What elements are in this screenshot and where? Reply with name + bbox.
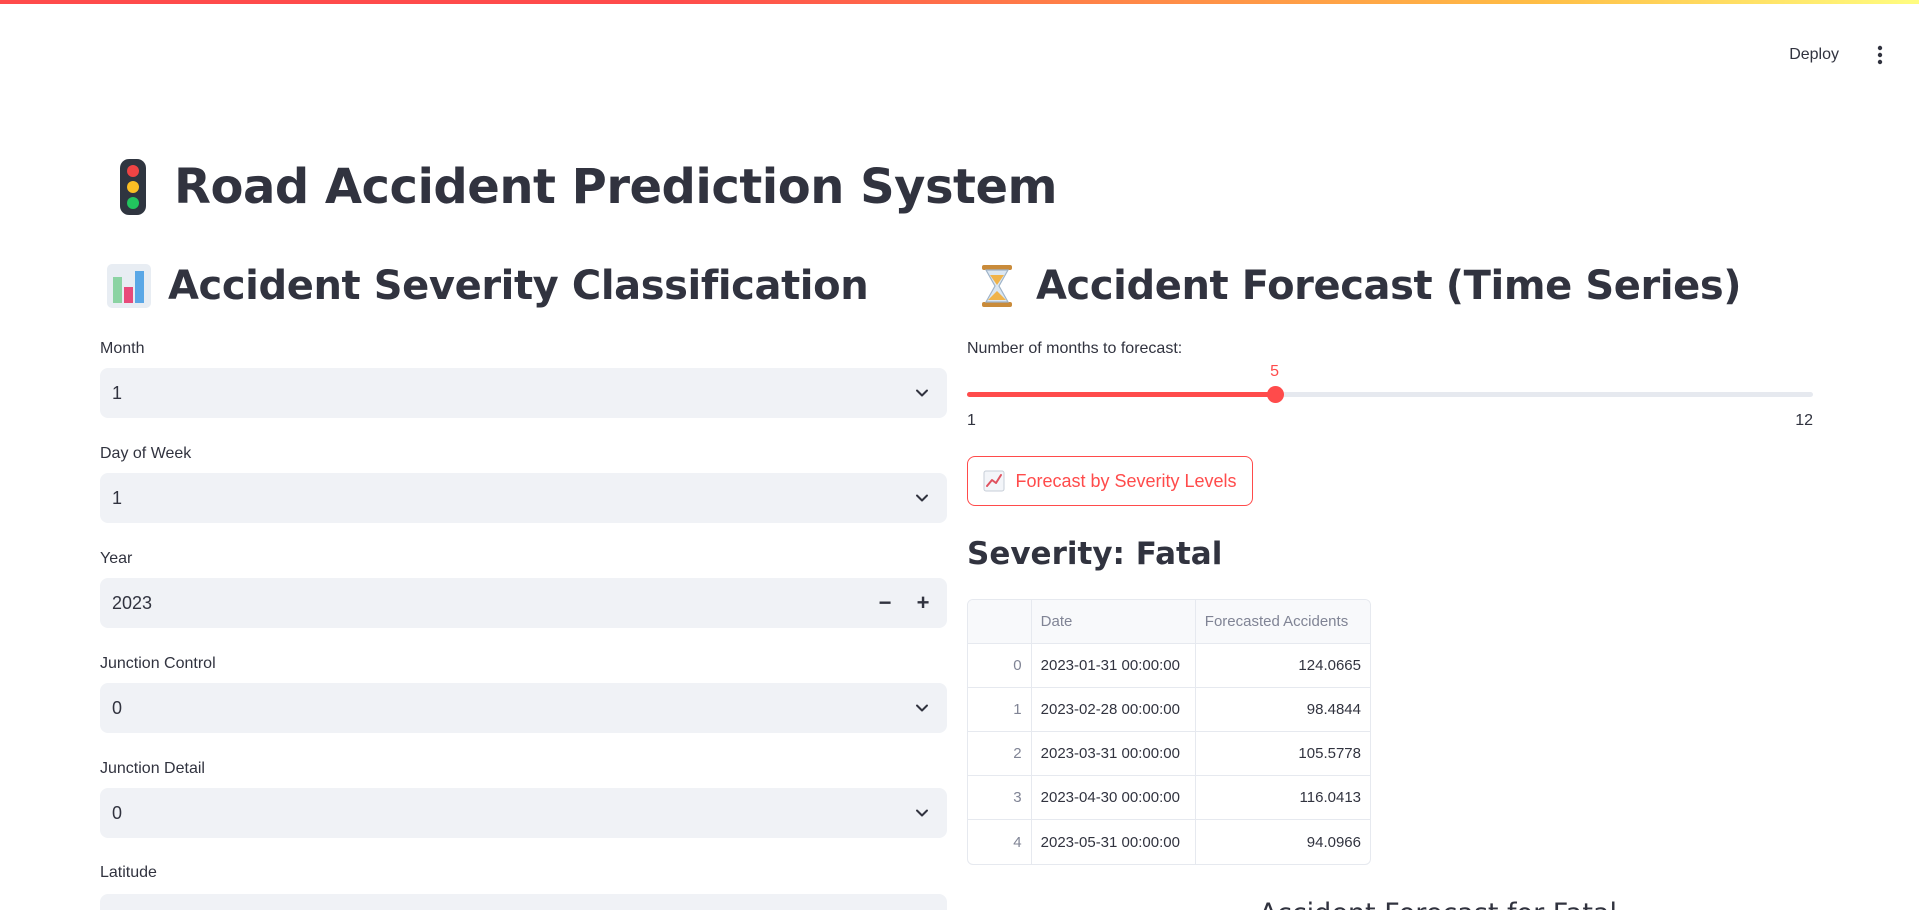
cell-date[interactable]: 2023-01-31 00:00:00 xyxy=(1031,644,1196,688)
junction-detail-label: Junction Detail xyxy=(100,760,205,777)
cell-forecast[interactable]: 116.0413 xyxy=(1195,776,1370,820)
year-increment-button[interactable]: + xyxy=(907,588,939,618)
year-value: 2023 xyxy=(112,592,153,613)
junction-detail-select[interactable]: 0 xyxy=(100,788,947,838)
junction-control-label: Junction Control xyxy=(100,655,216,672)
chevron-down-icon xyxy=(916,494,928,502)
main-menu-button[interactable] xyxy=(1865,40,1895,70)
deploy-button[interactable]: Deploy xyxy=(1779,40,1849,70)
slider-max-label: 12 xyxy=(1795,412,1813,429)
forecast-heading: Accident Forecast (Time Series) xyxy=(974,260,1742,312)
row-index: 0 xyxy=(968,644,1032,688)
slider-fill xyxy=(967,392,1275,397)
year-label: Year xyxy=(100,550,133,567)
row-index: 3 xyxy=(968,776,1032,820)
table-row: 0 2023-01-31 00:00:00 124.0665 xyxy=(968,644,1370,688)
table-row: 4 2023-05-31 00:00:00 94.0966 xyxy=(968,820,1370,864)
table-row: 3 2023-04-30 00:00:00 116.0413 xyxy=(968,776,1370,820)
latitude-input[interactable] xyxy=(100,894,947,910)
junction-control-select[interactable]: 0 xyxy=(100,683,947,733)
severity-heading: Severity: Fatal xyxy=(967,536,1223,572)
column-header-index[interactable] xyxy=(968,600,1032,644)
forecast-months-slider[interactable] xyxy=(967,386,1813,403)
kebab-menu-icon xyxy=(1877,45,1883,65)
forecast-by-severity-button[interactable]: Forecast by Severity Levels xyxy=(967,456,1253,506)
chevron-down-icon xyxy=(916,809,928,817)
forecast-months-label: Number of months to forecast: xyxy=(967,340,1183,357)
cell-date[interactable]: 2023-02-28 00:00:00 xyxy=(1031,688,1196,732)
day-of-week-value: 1 xyxy=(112,487,123,508)
chevron-down-icon xyxy=(916,389,928,397)
year-stepper: − + xyxy=(869,588,939,618)
table-row: 2 2023-03-31 00:00:00 105.5778 xyxy=(968,732,1370,776)
cell-date[interactable]: 2023-04-30 00:00:00 xyxy=(1031,776,1196,820)
table-header-row: Date Forecasted Accidents xyxy=(968,600,1370,644)
column-header-forecasted-accidents[interactable]: Forecasted Accidents xyxy=(1195,600,1370,644)
cell-forecast[interactable]: 98.4844 xyxy=(1195,688,1370,732)
chevron-down-icon xyxy=(916,704,928,712)
trend-chart-icon xyxy=(983,470,1005,492)
year-input[interactable]: 2023 − + xyxy=(100,578,947,628)
bar-chart-icon xyxy=(107,264,151,308)
top-decoration-bar xyxy=(0,0,1919,4)
table-row: 1 2023-02-28 00:00:00 98.4844 xyxy=(968,688,1370,732)
cell-forecast[interactable]: 105.5778 xyxy=(1195,732,1370,776)
hourglass-icon xyxy=(982,265,1012,307)
slider-current-value: 5 xyxy=(1270,363,1280,380)
row-index: 4 xyxy=(968,820,1032,864)
row-index: 2 xyxy=(968,732,1032,776)
month-select[interactable]: 1 xyxy=(100,368,947,418)
day-of-week-select[interactable]: 1 xyxy=(100,473,947,523)
cell-forecast[interactable]: 94.0966 xyxy=(1196,820,1370,864)
month-value: 1 xyxy=(112,382,123,403)
year-decrement-button[interactable]: − xyxy=(869,588,901,618)
cell-forecast[interactable]: 124.0665 xyxy=(1195,644,1370,688)
junction-detail-value: 0 xyxy=(112,802,123,823)
forecast-heading-text: Accident Forecast (Time Series) xyxy=(1036,263,1742,309)
column-header-date[interactable]: Date xyxy=(1031,600,1196,644)
latitude-label: Latitude xyxy=(100,864,157,881)
forecast-table[interactable]: Date Forecasted Accidents 0 2023-01-31 0… xyxy=(967,599,1371,865)
slider-min-label: 1 xyxy=(967,412,976,429)
forecast-chart-title: Accident Forecast for Fatal xyxy=(1259,898,1617,910)
forecast-button-label: Forecast by Severity Levels xyxy=(1015,470,1237,491)
app-toolbar: Deploy xyxy=(1779,40,1919,70)
month-label: Month xyxy=(100,340,145,357)
row-index: 1 xyxy=(968,688,1032,732)
traffic-light-icon xyxy=(120,159,146,215)
slider-thumb[interactable] xyxy=(1266,386,1284,403)
page-title: Road Accident Prediction System xyxy=(118,150,1058,224)
day-of-week-label: Day of Week xyxy=(100,445,192,462)
cell-date[interactable]: 2023-05-31 00:00:00 xyxy=(1032,820,1196,864)
classification-heading: Accident Severity Classification xyxy=(106,260,869,312)
cell-date[interactable]: 2023-03-31 00:00:00 xyxy=(1031,732,1196,776)
page-title-text: Road Accident Prediction System xyxy=(174,159,1058,215)
classification-heading-text: Accident Severity Classification xyxy=(168,263,869,309)
junction-control-value: 0 xyxy=(112,697,123,718)
